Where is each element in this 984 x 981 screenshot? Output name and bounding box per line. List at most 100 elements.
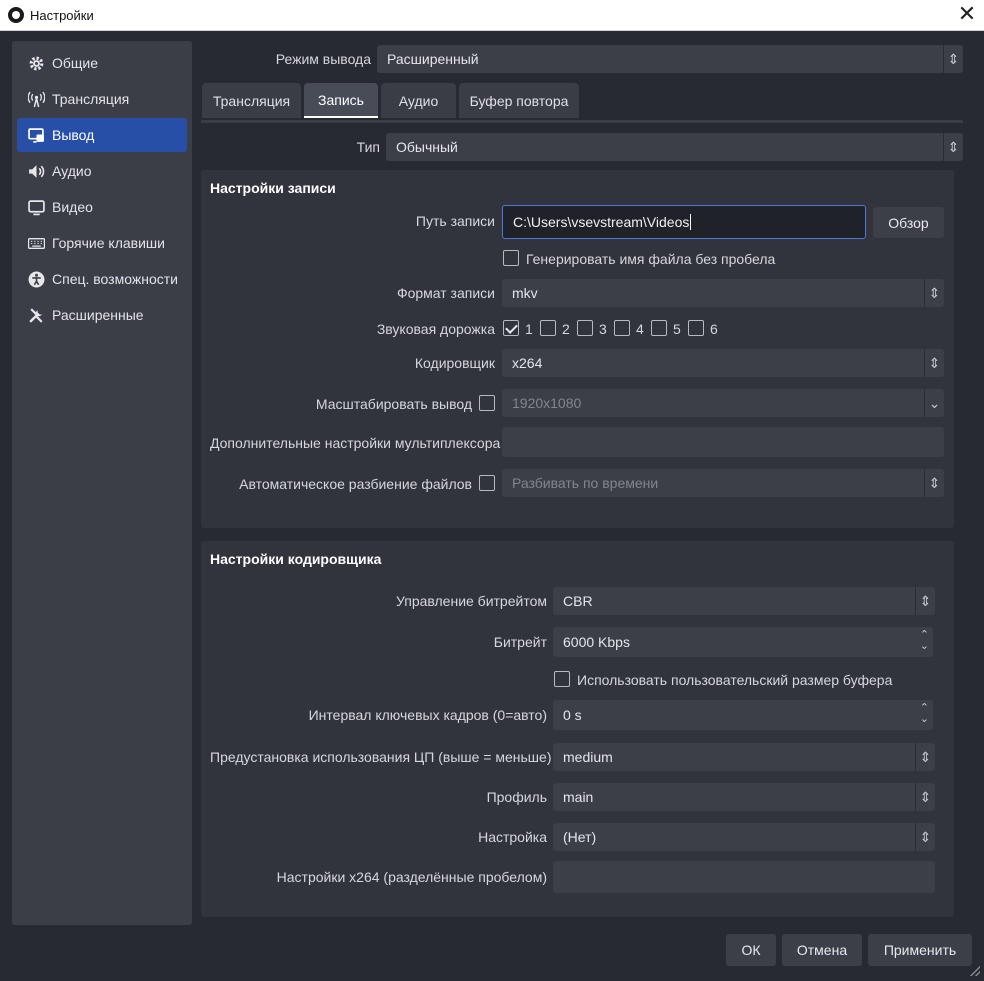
rescale-resolution-value: 1920x1080 [512,395,582,411]
rescale-output-label: Масштабировать вывод [315,396,472,412]
audio-track-5-label: 5 [673,321,681,337]
bitrate-spinbox[interactable]: 6000 Kbps ⌃ ⌄ [553,627,933,657]
recording-path-input[interactable]: C:\Users\vsevstream\Videos [502,205,866,239]
tools-icon [27,306,45,324]
updown-icon: ⇕ [915,823,935,851]
type-value: Обычный [396,139,458,155]
auto-split-checkbox[interactable] [479,475,495,491]
no-space-filename-label: Генерировать имя файла без пробела [526,251,776,267]
audio-track-1-label: 1 [525,321,533,337]
audio-track-3-checkbox[interactable] [577,320,593,336]
apply-button[interactable]: Применить [868,934,972,966]
muxer-settings-input[interactable] [502,427,944,457]
sidebar-item-hotkeys[interactable]: Горячие клавиши [17,226,187,260]
tune-label: Настройка [478,829,547,845]
resize-grip-icon[interactable] [970,966,980,976]
encoder-select[interactable]: x264 ⇕ [502,349,944,377]
sidebar-item-label: Трансляция [52,91,130,107]
sidebar-item-label: Видео [52,199,93,215]
text-caret [690,214,692,230]
audio-track-2-checkbox[interactable] [540,320,556,336]
speaker-icon [27,162,45,180]
monitor-icon [27,198,45,216]
close-icon[interactable]: ✕ [952,3,982,27]
cpu-preset-value: medium [563,749,613,765]
sidebar-item-label: Общие [52,55,99,71]
updown-icon: ⇕ [915,587,935,615]
tab-stream[interactable]: Трансляция [202,83,301,118]
recording-settings-title: Настройки записи [210,180,336,196]
type-select[interactable]: Обычный ⇕ [386,133,963,161]
encoder-label: Кодировщик [414,355,495,371]
keyframe-interval-label: Интервал ключевых кадров (0=авто) [308,707,547,723]
tune-select[interactable]: (Нет) ⇕ [553,823,935,851]
audio-track-4-label: 4 [636,321,644,337]
output-mode-value: Расширенный [387,51,479,67]
window-title: Настройки [30,8,94,23]
keyframe-interval-spinbox[interactable]: 0 s ⌃ ⌄ [553,700,933,730]
sidebar-item-stream[interactable]: Трансляция [17,82,187,116]
audio-track-1-checkbox[interactable] [503,320,519,336]
updown-icon: ⇕ [924,349,944,377]
profile-label: Профиль [486,789,547,805]
audio-track-6-label: 6 [710,321,718,337]
audio-track-4-checkbox[interactable] [614,320,630,336]
tab-recording[interactable]: Запись [304,83,378,118]
tab-audio[interactable]: Аудио [381,83,456,118]
tab-underline [201,120,963,123]
updown-icon: ⇕ [915,743,935,771]
audio-track-2-label: 2 [562,321,570,337]
split-mode-select[interactable]: Разбивать по времени ⇕ [502,469,944,497]
sidebar-item-video[interactable]: Видео [17,190,187,224]
spin-arrows-icon[interactable]: ⌃ ⌄ [920,703,929,725]
sidebar-item-advanced[interactable]: Расширенные [17,298,187,332]
sidebar-item-accessibility[interactable]: Спец. возможности [17,262,187,296]
profile-select[interactable]: main ⇕ [553,783,935,811]
accessibility-icon [27,270,45,288]
updown-icon: ⇕ [924,469,944,497]
title-bar: Настройки ✕ [0,0,984,31]
settings-sidebar: Общие Трансляция Вывод Аудио Видео Горяч… [12,41,192,925]
ok-button[interactable]: ОК [726,934,776,966]
cancel-button[interactable]: Отмена [782,934,862,966]
sidebar-item-label: Горячие клавиши [52,235,165,251]
auto-split-label: Автоматическое разбиение файлов [239,476,472,492]
cpu-preset-select[interactable]: medium ⇕ [553,743,935,771]
sidebar-item-output[interactable]: Вывод [17,118,187,152]
keyframe-interval-value: 0 s [563,707,582,723]
recording-path-label: Путь записи [415,213,495,229]
custom-buffer-checkbox[interactable] [554,671,570,687]
output-mode-select[interactable]: Расширенный ⇕ [377,45,963,73]
no-space-filename-checkbox[interactable] [503,250,519,266]
browse-button[interactable]: Обзор [873,207,944,238]
sidebar-item-label: Вывод [52,127,95,143]
chevron-down-icon: ⌄ [924,389,944,417]
output-icon [27,126,45,144]
rate-control-select[interactable]: CBR ⇕ [553,587,935,615]
encoder-value: x264 [512,355,543,371]
rescale-resolution-select[interactable]: 1920x1080 ⌄ [502,389,944,417]
recording-path-value: C:\Users\vsevstream\Videos [513,214,690,230]
rate-control-value: CBR [563,593,593,609]
updown-icon: ⇕ [915,783,935,811]
cpu-preset-label: Предустановка использования ЦП (выше = м… [210,749,552,765]
sidebar-item-general[interactable]: Общие [17,46,187,80]
profile-value: main [563,789,594,805]
split-mode-value: Разбивать по времени [512,475,659,491]
rescale-output-checkbox[interactable] [479,395,495,411]
x264-options-input[interactable] [553,861,935,893]
obs-logo-icon [8,7,24,23]
tab-replay-buffer[interactable]: Буфер повтора [459,83,579,118]
muxer-settings-label: Дополнительные настройки мультиплексора [210,435,501,451]
audio-track-label: Звуковая дорожка [376,321,495,337]
updown-icon: ⇕ [924,279,944,307]
recording-format-select[interactable]: mkv ⇕ [502,279,944,307]
sidebar-item-label: Расширенные [52,307,144,323]
audio-track-6-checkbox[interactable] [688,320,704,336]
recording-format-label: Формат записи [396,285,495,301]
bitrate-value: 6000 Kbps [563,634,630,650]
sidebar-item-audio[interactable]: Аудио [17,154,187,188]
spin-arrows-icon[interactable]: ⌃ ⌄ [920,630,929,652]
audio-track-5-checkbox[interactable] [651,320,667,336]
antenna-icon [27,90,45,108]
